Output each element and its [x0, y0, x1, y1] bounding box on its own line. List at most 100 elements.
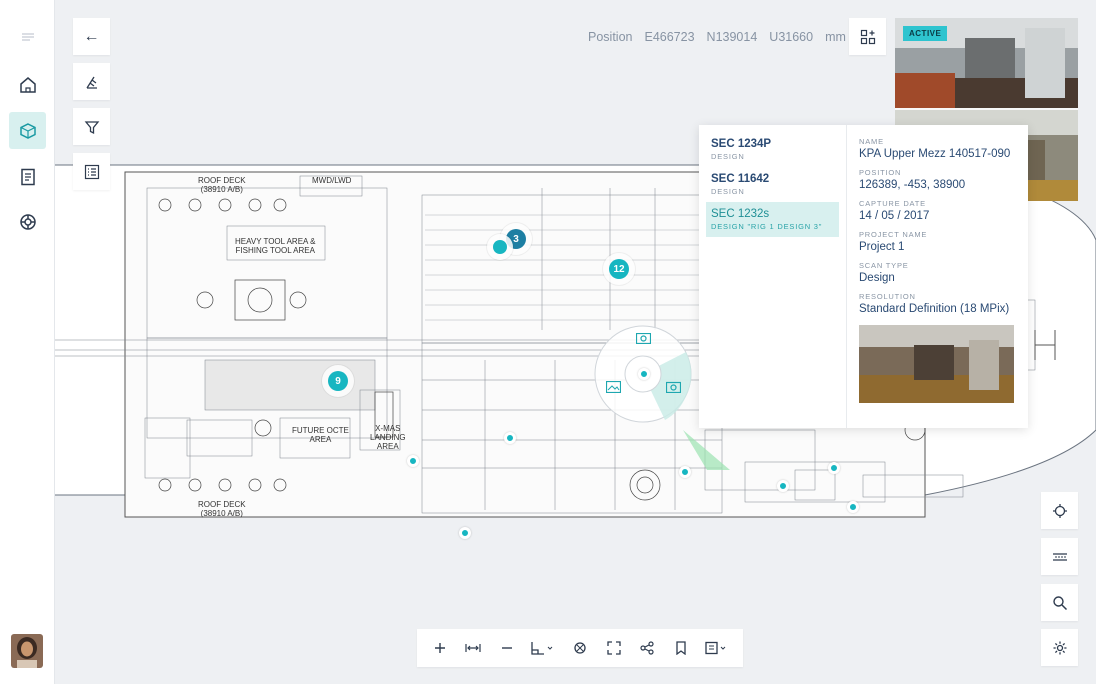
label-xmas: X-MAS LANDING AREA — [370, 424, 406, 451]
floor-plan-icon — [531, 642, 553, 655]
filter-icon — [84, 120, 99, 134]
layout-grid-icon — [860, 29, 875, 44]
position-n: N139014 — [706, 30, 758, 44]
menu-icon[interactable] — [9, 18, 46, 55]
lifebuoy-icon[interactable] — [9, 203, 46, 240]
detail-label: NAME — [859, 137, 884, 146]
bottom-toolbar — [417, 629, 743, 667]
back-button[interactable]: ← — [73, 18, 110, 55]
camera-icon[interactable] — [636, 333, 651, 344]
scan-list: SEC 1234P DESIGN SEC 11642 DESIGN SEC 12… — [699, 125, 847, 428]
search-icon — [1052, 595, 1067, 610]
export-menu-button[interactable] — [700, 634, 734, 662]
clipboard-icon — [705, 641, 726, 655]
fullscreen-button[interactable] — [600, 634, 628, 662]
list-button[interactable] — [73, 153, 110, 190]
scan-cluster-marker[interactable]: 9 — [328, 371, 348, 391]
locate-button[interactable] — [1041, 492, 1078, 529]
label-text: AREA — [309, 435, 332, 444]
document-icon[interactable] — [9, 158, 46, 195]
scan-point[interactable] — [679, 466, 691, 478]
scan-cluster-marker[interactable]: 3 — [506, 229, 526, 249]
detail-value: KPA Upper Mezz 140517-090 — [859, 148, 1011, 160]
scan-preview-image[interactable] — [859, 325, 1014, 403]
label-text: AREA — [376, 442, 399, 451]
share-button[interactable] — [633, 634, 661, 662]
detail-label: RESOLUTION — [859, 292, 916, 301]
zoom-out-button[interactable] — [493, 634, 521, 662]
scan-cluster-marker[interactable]: 12 — [609, 259, 629, 279]
bookmark-button[interactable] — [667, 634, 695, 662]
ruler-icon — [1052, 552, 1067, 561]
image-icon[interactable] — [606, 381, 621, 393]
scan-list-item-selected[interactable]: SEC 1232s DESIGN "RIG 1 DESIGN 3" — [706, 202, 839, 237]
panorama-thumbnail-active[interactable]: ACTIVE — [895, 18, 1078, 108]
label-text: HEAVY TOOL AREA & — [235, 237, 316, 246]
position-u: U31660 — [769, 30, 814, 44]
avatar[interactable] — [11, 634, 43, 668]
reset-view-button[interactable] — [566, 634, 594, 662]
ruler-button[interactable] — [1041, 538, 1078, 575]
detail-value: Standard Definition (18 MPix) — [859, 303, 1010, 315]
label-text: (38910 A/B) — [200, 509, 243, 518]
label-text: X-MAS — [375, 424, 401, 433]
scan-type: DESIGN — [711, 152, 745, 161]
scan-info-popup: SEC 1234P DESIGN SEC 11642 DESIGN SEC 12… — [699, 125, 1028, 428]
position-e: E466723 — [644, 30, 695, 44]
label-heavy-tool: HEAVY TOOL AREA & FISHING TOOL AREA — [235, 237, 315, 255]
scan-point[interactable] — [828, 462, 840, 474]
scan-name: SEC 11642 — [711, 173, 770, 185]
position-label: Position — [588, 30, 633, 44]
measure-icon — [85, 76, 97, 89]
search-button[interactable] — [1041, 584, 1078, 621]
label-text: ROOF DECK — [198, 500, 246, 509]
position-readout: Position E466723 N139014 U31660 mm ⌄ — [588, 30, 855, 44]
layout-button[interactable] — [849, 18, 886, 55]
detail-label: SCAN TYPE — [859, 261, 909, 270]
scan-type: DESIGN "RIG 1 DESIGN 3" — [711, 222, 823, 231]
scan-cluster-marker[interactable] — [493, 240, 507, 254]
scan-name: SEC 1232s — [711, 208, 770, 220]
fullscreen-icon — [606, 641, 621, 655]
crosshair-icon — [1052, 503, 1067, 518]
scan-point[interactable] — [504, 432, 516, 444]
floor-select-button[interactable] — [526, 634, 560, 662]
label-text: (38910 A/B) — [200, 185, 243, 194]
target-icon — [574, 642, 586, 654]
scan-list-item[interactable]: SEC 1234P DESIGN — [706, 132, 839, 167]
list-icon — [84, 164, 99, 179]
label-roof-deck-bottom: ROOF DECK (38910 A/B) — [198, 500, 246, 518]
label-mwd-lwd: MWD/LWD — [312, 176, 352, 185]
settings-button[interactable] — [1041, 629, 1078, 666]
detail-label: CAPTURE DATE — [859, 199, 926, 208]
zoom-in-button[interactable] — [426, 634, 454, 662]
sidebar — [0, 0, 55, 684]
scan-point[interactable] — [459, 527, 471, 539]
scan-point-selected[interactable] — [638, 368, 650, 380]
measure-tool-button[interactable] — [73, 63, 110, 100]
scan-type: DESIGN — [711, 187, 745, 196]
detail-value: Project 1 — [859, 241, 905, 253]
minus-icon — [501, 647, 512, 649]
label-text: ROOF DECK — [198, 176, 246, 185]
scan-name: SEC 1234P — [711, 138, 772, 150]
label-future-octe: FUTURE OCTE AREA — [292, 426, 349, 444]
label-text: FUTURE OCTE — [292, 426, 349, 435]
detail-value: 14 / 05 / 2017 — [859, 210, 930, 222]
home-icon[interactable] — [9, 66, 46, 103]
detail-value: Design — [859, 272, 895, 284]
scan-list-item[interactable]: SEC 11642 DESIGN — [706, 167, 839, 202]
label-roof-deck-top: ROOF DECK (38910 A/B) — [198, 176, 246, 194]
camera-icon[interactable] — [666, 381, 681, 393]
plus-icon — [434, 643, 445, 653]
detail-value: 126389, -453, 38900 — [859, 179, 966, 191]
scan-point[interactable] — [407, 455, 419, 467]
scan-point[interactable] — [777, 480, 789, 492]
label-text: LANDING — [370, 433, 406, 442]
filter-button[interactable] — [73, 108, 110, 145]
detail-label: POSITION — [859, 168, 902, 177]
scan-point[interactable] — [847, 501, 859, 513]
fit-width-button[interactable] — [459, 634, 487, 662]
active-badge: ACTIVE — [903, 26, 948, 41]
cube-icon[interactable] — [9, 112, 46, 149]
